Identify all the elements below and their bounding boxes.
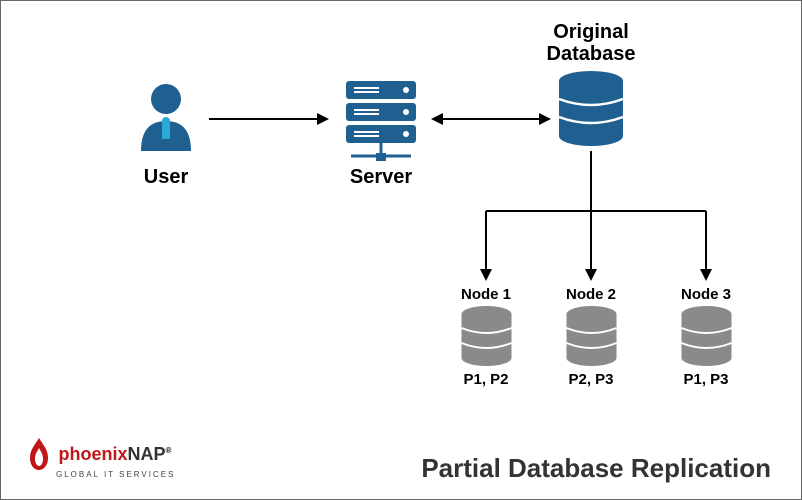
node-3-parts: P1, P3 — [676, 371, 736, 388]
logo-tagline: GLOBAL IT SERVICES — [56, 470, 175, 479]
node-1-db-icon — [459, 306, 514, 366]
user-icon — [131, 81, 201, 161]
logo-brand-post: NAP — [127, 444, 165, 464]
branch-arrows — [461, 151, 741, 291]
user-label: User — [131, 166, 201, 189]
original-db-label: Original Database — [536, 21, 646, 65]
logo: phoenixNAP® GLOBAL IT SERVICES — [26, 438, 175, 479]
node-1-parts: P1, P2 — [456, 371, 516, 388]
database-icon — [556, 71, 626, 146]
node-1-name: Node 1 — [456, 286, 516, 303]
flame-icon — [26, 438, 52, 470]
node-3-name: Node 3 — [676, 286, 736, 303]
original-db-label-line2: Database — [547, 43, 636, 65]
node-2-db-icon — [564, 306, 619, 366]
arrow-server-db — [431, 109, 551, 129]
diagram-canvas: User Server Original Database — [0, 0, 802, 500]
node-3-db-icon — [679, 306, 734, 366]
logo-brand-pre: phoenix — [58, 444, 127, 464]
server-icon — [336, 81, 426, 166]
arrow-user-server — [209, 109, 329, 129]
server-label: Server — [336, 166, 426, 189]
node-2-name: Node 2 — [561, 286, 621, 303]
diagram-caption: Partial Database Replication — [421, 453, 771, 484]
node-2-parts: P2, P3 — [561, 371, 621, 388]
original-db-label-line1: Original — [553, 21, 629, 43]
